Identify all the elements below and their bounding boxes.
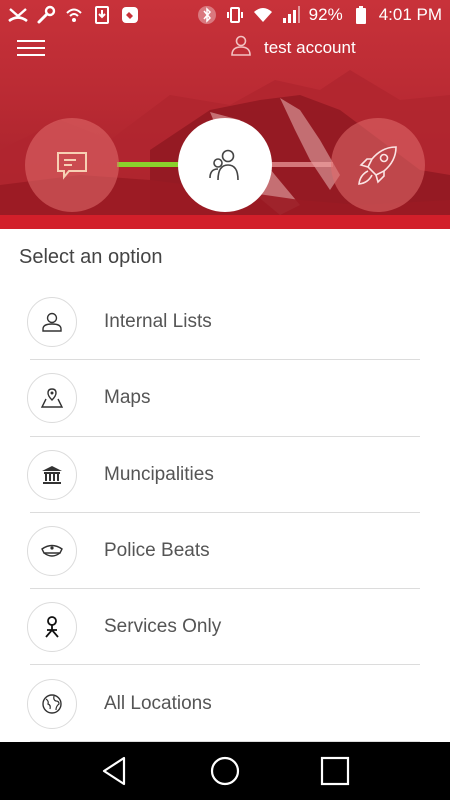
bluetooth-icon (197, 5, 217, 25)
signal-icon (281, 5, 301, 25)
chat-icon (57, 152, 87, 180)
home-icon[interactable] (205, 751, 245, 791)
progress-stepper (0, 117, 450, 213)
option-maps[interactable]: Maps (0, 360, 450, 437)
wifi-icon (253, 5, 273, 25)
step-connector-done (117, 162, 180, 167)
status-bar: 92% 4:01 PM (0, 0, 450, 30)
option-label: Maps (104, 387, 151, 409)
option-label: Internal Lists (104, 311, 212, 333)
option-label: Muncipalities (104, 463, 214, 485)
app-notification-icon (120, 5, 140, 25)
vibrate-icon (225, 5, 245, 25)
battery-percentage: 92% (308, 5, 343, 24)
step-connector-pending (270, 162, 333, 167)
option-label: All Locations (104, 692, 212, 714)
government-building-icon (27, 449, 77, 500)
wifi-calling-icon (64, 5, 84, 25)
people-icon (209, 149, 239, 181)
user-icon (230, 34, 252, 61)
missed-call-icon (8, 5, 28, 25)
globe-icon (27, 678, 77, 729)
map-pin-icon (27, 373, 77, 424)
services-figure-icon (27, 602, 77, 653)
account-button[interactable]: test account (230, 34, 356, 61)
person-icon (27, 297, 77, 348)
recents-icon[interactable] (315, 751, 355, 791)
options-list: Internal Lists Maps Muncipalities Police… (0, 284, 450, 743)
step-chat[interactable] (25, 118, 119, 212)
app-header: test account (0, 30, 450, 64)
rocket-icon (358, 146, 397, 185)
step-people[interactable] (178, 118, 272, 212)
option-services-only[interactable]: Services Only (0, 589, 450, 666)
option-police-beats[interactable]: Police Beats (0, 513, 450, 590)
wrench-icon (36, 5, 56, 25)
account-name: test account (264, 37, 356, 57)
back-icon[interactable] (95, 751, 135, 791)
section-title: Select an option (19, 246, 163, 268)
option-all-locations[interactable]: All Locations (0, 665, 450, 743)
step-rocket[interactable] (331, 118, 425, 212)
option-muncipalities[interactable]: Muncipalities (0, 437, 450, 514)
system-nav-bar (0, 742, 450, 800)
battery-icon (351, 5, 371, 25)
option-label: Police Beats (104, 540, 210, 562)
option-label: Services Only (104, 616, 222, 638)
hamburger-menu-icon[interactable] (17, 35, 47, 59)
option-internal-lists[interactable]: Internal Lists (0, 284, 450, 361)
police-cap-icon (27, 526, 77, 577)
clock: 4:01 PM (378, 5, 442, 24)
download-icon (92, 5, 112, 25)
header-bottom-band (0, 215, 450, 229)
